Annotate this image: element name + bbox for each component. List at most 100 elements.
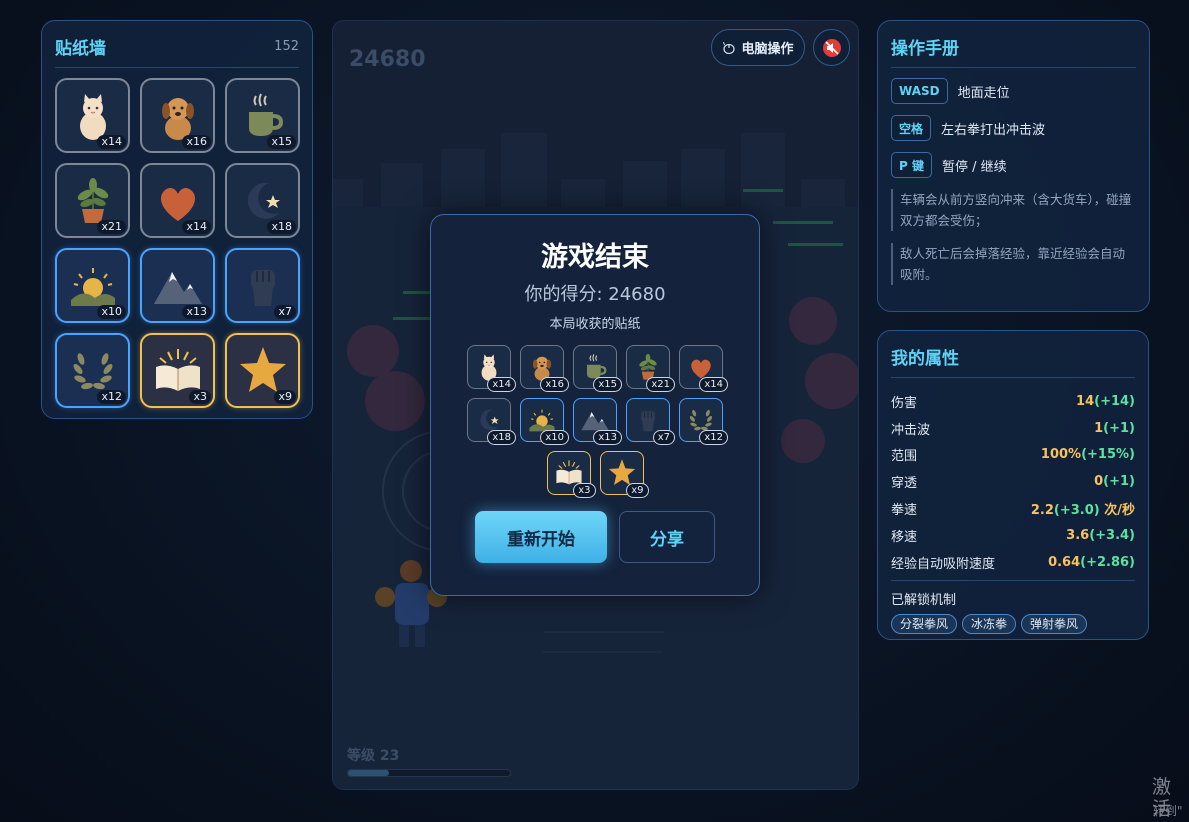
stat-value: 100% (1040, 447, 1082, 463)
stat-value-group: 100%(+15%) (1041, 447, 1135, 462)
sticker-slot[interactable]: x18 (225, 163, 300, 238)
earned-sticker-count: x7 (652, 430, 675, 445)
key-row: P 键 暂停 / 继续 (891, 152, 1136, 178)
key-desc: 左右拳打出冲击波 (941, 122, 1046, 138)
key-row: WASD 地面走位 (891, 78, 1136, 104)
stat-value: 0 (1094, 474, 1104, 490)
stat-row: 经验自动吸附速度 0.64(+2.86) (891, 549, 1135, 576)
earned-sticker: x13 (573, 398, 622, 445)
earned-sticker-count: x14 (487, 377, 516, 392)
pc-controls-button[interactable]: 电脑操作 (711, 29, 805, 66)
sticker-slot[interactable]: x21 (55, 163, 130, 238)
stat-value-group: 1(+1) (1094, 421, 1135, 436)
key-row: 空格 左右拳打出冲击波 (891, 115, 1136, 141)
key-desc: 暂停 / 继续 (941, 159, 1007, 175)
share-button[interactable]: 分享 (619, 511, 715, 563)
sticker-slot[interactable]: x14 (140, 163, 215, 238)
stat-value-group: 2.2(+3.0) 次/秒 (1031, 499, 1135, 518)
mute-button[interactable] (813, 29, 850, 66)
stat-value: 0.64 (1048, 554, 1081, 570)
stat-label: 拳速 (891, 503, 918, 519)
xp-progress-bar (347, 769, 511, 777)
stat-label: 范围 (891, 449, 918, 465)
divider (891, 579, 1135, 581)
divider (891, 377, 1135, 378)
earned-sticker: x9 (599, 451, 649, 498)
sticker-wall-panel: 贴纸墙 152 x14 x16 x15 x21 x14 x18 x10 x13 x7 x12 x3 x… (41, 20, 313, 419)
sticker-wall-title: 贴纸墙 (55, 38, 106, 59)
stat-unit: 次/秒 (1099, 503, 1135, 519)
stat-value: 1 (1094, 420, 1104, 436)
stat-row: 伤害 14(+14) (891, 388, 1135, 415)
sticker-slot[interactable]: x3 (140, 333, 215, 408)
unlocked-tag: 冰冻拳 (962, 613, 1017, 634)
key-desc: 地面走位 (957, 85, 1010, 101)
earned-sticker-count: x3 (573, 483, 596, 498)
xp-progress-fill (348, 770, 389, 776)
stat-value-group: 3.6(+3.4) (1066, 528, 1135, 543)
sticker-slot[interactable]: x15 (225, 78, 300, 153)
stats-panel: 我的属性 伤害 14(+14) 冲击波 1(+1) 范围 100%(+15%) 穿透 0(+1… (877, 330, 1149, 640)
stat-bonus: (+2.86) (1080, 554, 1135, 570)
sticker-slot[interactable]: x10 (55, 248, 130, 323)
divider (891, 67, 1136, 68)
stat-row: 拳速 2.2(+3.0) 次/秒 (891, 495, 1135, 522)
earned-sticker: x12 (679, 398, 728, 445)
mouse-icon (723, 41, 736, 54)
earned-sticker: x10 (520, 398, 569, 445)
earned-sticker-count: x10 (540, 430, 569, 445)
unlocked-title: 已解锁机制 (891, 592, 957, 608)
stat-bonus: (+15%) (1081, 447, 1135, 463)
sticker-slot[interactable]: x7 (225, 248, 300, 323)
sticker-count-badge: x21 (97, 220, 126, 234)
earned-sticker: x14 (679, 345, 728, 392)
game-over-title: 游戏结束 (541, 242, 649, 273)
unlocked-tag: 分裂拳风 (891, 613, 958, 634)
stat-label: 伤害 (891, 395, 918, 411)
sticker-count-badge: x7 (274, 305, 296, 319)
sticker-slot[interactable]: x12 (55, 333, 130, 408)
stat-bonus: (+1) (1103, 474, 1135, 490)
stat-value: 2.2 (1030, 503, 1054, 519)
sticker-count: 152 (274, 38, 299, 54)
unlocked-tag: 弹射拳风 (1021, 613, 1088, 634)
manual-panel: 操作手册 WASD 地面走位 空格 左右拳打出冲击波 P 键 暂停 / 继续 车… (877, 20, 1150, 312)
sticker-count-badge: x16 (182, 135, 211, 149)
sticker-count-badge: x9 (274, 390, 296, 404)
stat-row: 穿透 0(+1) (891, 468, 1135, 495)
stat-list: 伤害 14(+14) 冲击波 1(+1) 范围 100%(+15%) 穿透 0(+1) 拳速 2.… (891, 388, 1135, 576)
stat-row: 移速 3.6(+3.4) (891, 522, 1135, 549)
earned-sticker: x14 (467, 345, 516, 392)
key-cap-wasd: WASD (891, 78, 948, 104)
stat-label: 冲击波 (891, 422, 931, 438)
key-cap-p: P 键 (891, 152, 932, 178)
sticker-count-badge: x14 (97, 135, 126, 149)
stat-value-group: 0.64(+2.86) (1048, 555, 1135, 570)
earned-sticker-count: x15 (593, 377, 622, 392)
earned-sticker: x18 (467, 398, 516, 445)
earned-sticker: x16 (520, 345, 569, 392)
manual-note: 车辆会从前方竖向冲来（含大货车），碰撞双方都会受伤； (891, 189, 1136, 231)
earned-sticker: x3 (546, 451, 596, 498)
stat-label: 经验自动吸附速度 (891, 556, 996, 572)
stat-value-group: 0(+1) (1094, 474, 1135, 489)
pc-controls-label: 电脑操作 (741, 42, 794, 57)
sticker-slot[interactable]: x16 (140, 78, 215, 153)
earned-sticker: x15 (573, 345, 622, 392)
earned-stickers-list: x14 x16 x15 x21 x14 x18 x10 x13 x7 x12 x3 x9 (458, 345, 733, 498)
sticker-count-badge: x15 (267, 135, 296, 149)
speaker-muted-icon (822, 38, 841, 57)
earned-sticker-count: x18 (487, 430, 516, 445)
activation-watermark-sub: 转到" (1153, 804, 1183, 818)
earned-sticker-count: x21 (646, 377, 675, 392)
manual-note: 敌人死亡后会掉落经验，靠近经验会自动吸附。 (891, 243, 1136, 285)
restart-button[interactable]: 重新开始 (475, 511, 607, 563)
sticker-grid: x14 x16 x15 x21 x14 x18 x10 x13 x7 x12 x3 x9 (55, 78, 300, 408)
sticker-slot[interactable]: x9 (225, 333, 300, 408)
earned-sticker-count: x13 (593, 430, 622, 445)
final-score: 你的得分: 24680 (524, 284, 666, 305)
sticker-slot[interactable]: x14 (55, 78, 130, 153)
sticker-count-badge: x18 (267, 220, 296, 234)
stat-row: 范围 100%(+15%) (891, 442, 1135, 469)
sticker-slot[interactable]: x13 (140, 248, 215, 323)
